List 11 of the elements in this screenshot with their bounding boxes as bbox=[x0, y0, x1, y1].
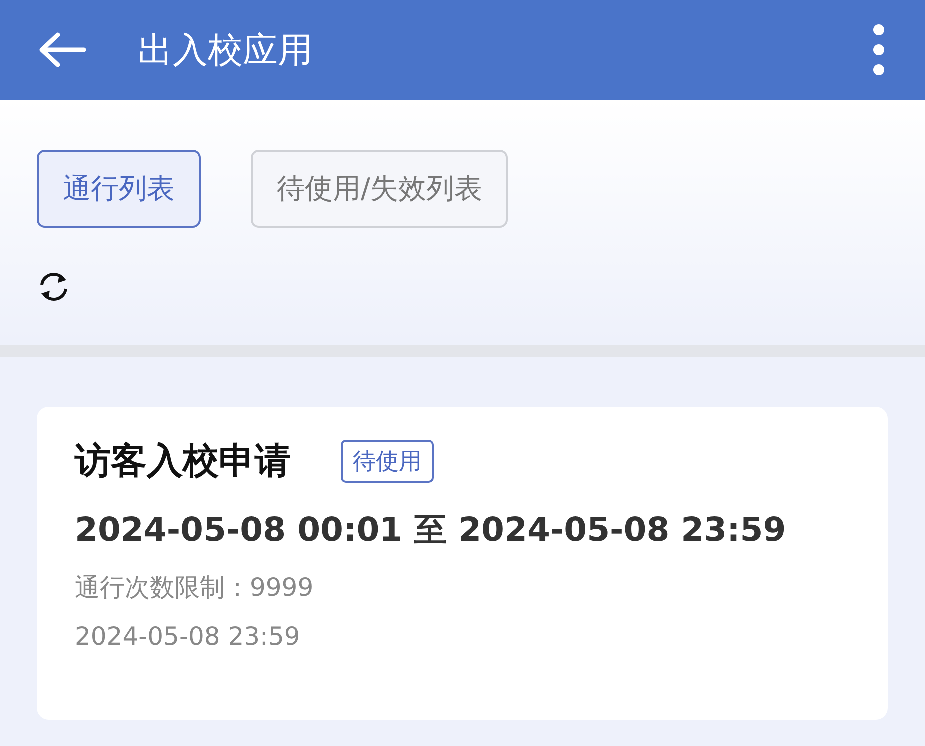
status-badge: 待使用 bbox=[341, 440, 434, 483]
record-time: 2024-05-08 23:59 bbox=[75, 622, 302, 651]
record-title: 访客入校申请 bbox=[75, 440, 291, 484]
tab[interactable]: 通行列表 bbox=[37, 150, 201, 228]
tab[interactable]: 待使用/失效列表 bbox=[251, 150, 508, 228]
valid-period: 2024-05-08 00:01 至 2024-05-08 23:59 bbox=[75, 509, 788, 551]
more-menu-icon[interactable] bbox=[873, 24, 885, 76]
pass-limit: 通行次数限制：9999 bbox=[75, 572, 315, 604]
record-card[interactable]: 访客入校申请 待使用 2024-05-08 00:01 至 2024-05-08 23:59 通行次数限制：9999 2024-05-08 23:59 bbox=[37, 407, 888, 720]
app-title: 出入校应用 bbox=[138, 30, 314, 72]
back-arrow-icon[interactable] bbox=[38, 32, 86, 68]
